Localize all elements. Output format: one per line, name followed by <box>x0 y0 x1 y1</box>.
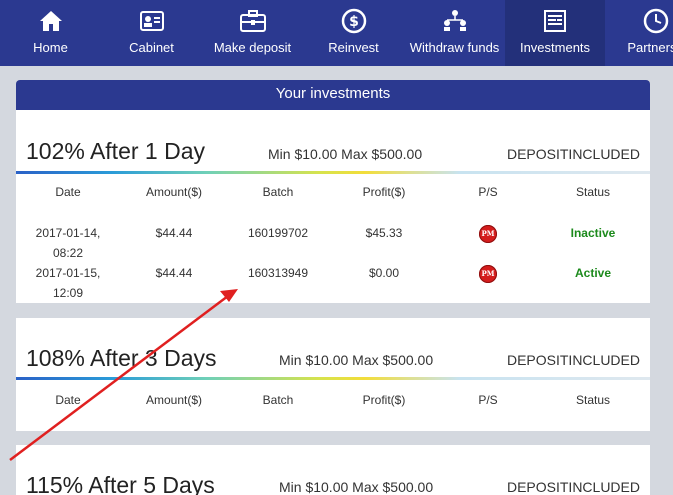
nav-investments[interactable]: Investments <box>505 0 605 66</box>
col-profit: Profit($) <box>362 185 406 199</box>
nav-cabinet-label: Cabinet <box>129 40 174 55</box>
row-ps: PM <box>440 263 536 283</box>
nav-withdraw-funds[interactable]: Withdraw funds <box>404 0 505 66</box>
nav-reinvest[interactable]: $ Reinvest <box>303 0 404 66</box>
perfect-money-icon: PM <box>479 224 497 243</box>
row-ps: PM <box>440 223 536 243</box>
perfect-money-icon: PM <box>479 264 497 283</box>
table-header: Date Amount($) Batch Profit($) P/S Statu… <box>16 390 650 410</box>
plan-deposit-flag: DEPOSITINCLUDED <box>506 479 640 495</box>
plan-panel-3: 115% After 5 Days Min $10.00 Max $500.00… <box>16 445 650 495</box>
table-header: Date Amount($) Batch Profit($) P/S Statu… <box>16 182 650 202</box>
plan-limits: Min $10.00 Max $500.00 <box>279 352 434 368</box>
plan-name: 115% After 5 Days <box>26 472 215 495</box>
status-badge: Active <box>574 266 612 280</box>
col-ps: P/S <box>478 393 498 407</box>
nav-withdraw-funds-label: Withdraw funds <box>409 40 500 55</box>
row-batch: 160199702 <box>247 226 309 240</box>
nav-cabinet[interactable]: Cabinet <box>101 0 202 66</box>
col-batch: Batch <box>262 185 294 199</box>
document-icon <box>542 8 568 34</box>
plan-name: 102% After 1 Day <box>26 138 205 164</box>
nav-partnership-label: Partnersh <box>627 40 673 55</box>
svg-text:$: $ <box>349 14 359 30</box>
plan-limits: Min $10.00 Max $500.00 <box>279 479 434 495</box>
col-profit: Profit($) <box>362 393 406 407</box>
row-amount: $44.44 <box>155 266 193 280</box>
col-status: Status <box>575 393 611 407</box>
col-amount: Amount($) <box>145 393 203 407</box>
status-badge: Inactive <box>570 226 616 240</box>
col-date: Date <box>55 393 81 407</box>
col-batch: Batch <box>262 393 294 407</box>
plan-name: 108% After 3 Days <box>26 345 217 371</box>
nav-home-label: Home <box>33 40 68 55</box>
gradient-divider <box>16 171 650 174</box>
plan-limits: Min $10.00 Max $500.00 <box>268 146 423 162</box>
home-icon <box>38 8 64 34</box>
top-nav: Home Cabinet Make deposit $ Reinvest Wit… <box>0 0 673 66</box>
clock-icon <box>643 8 669 34</box>
row-profit: $0.00 <box>368 266 400 280</box>
row-date: 2017-01-14, <box>35 226 101 240</box>
row-profit: $45.33 <box>365 226 403 240</box>
col-ps: P/S <box>478 185 498 199</box>
row-time: 12:09 <box>52 286 84 300</box>
nav-investments-label: Investments <box>519 40 591 55</box>
plan-deposit-flag: DEPOSITINCLUDED <box>506 146 640 162</box>
nav-partnership[interactable]: Partnersh <box>605 0 673 66</box>
col-date: Date <box>55 185 81 199</box>
row-amount: $44.44 <box>155 226 193 240</box>
row-batch: 160313949 <box>247 266 309 280</box>
table-row: 2017-01-15, 12:09 $44.44 160313949 $0.00… <box>16 263 650 303</box>
briefcase-icon <box>239 8 266 34</box>
id-card-icon <box>139 8 165 34</box>
people-network-icon <box>442 8 468 34</box>
row-date: 2017-01-15, <box>35 266 101 280</box>
nav-reinvest-label: Reinvest <box>328 40 379 55</box>
table-row: 2017-01-14, 08:22 $44.44 160199702 $45.3… <box>16 223 650 263</box>
plan-panel-2: 108% After 3 Days Min $10.00 Max $500.00… <box>16 318 650 431</box>
row-time: 08:22 <box>52 246 84 260</box>
plan-panel-1: 102% After 1 Day Min $10.00 Max $500.00 … <box>16 110 650 303</box>
nav-make-deposit[interactable]: Make deposit <box>202 0 303 66</box>
col-status: Status <box>575 185 611 199</box>
nav-make-deposit-label: Make deposit <box>213 40 292 55</box>
plan-deposit-flag: DEPOSITINCLUDED <box>506 352 640 368</box>
col-amount: Amount($) <box>145 185 203 199</box>
gradient-divider <box>16 377 650 380</box>
dollar-coin-icon: $ <box>341 8 367 34</box>
page-title: Your investments <box>16 80 650 110</box>
nav-home[interactable]: Home <box>0 0 101 66</box>
